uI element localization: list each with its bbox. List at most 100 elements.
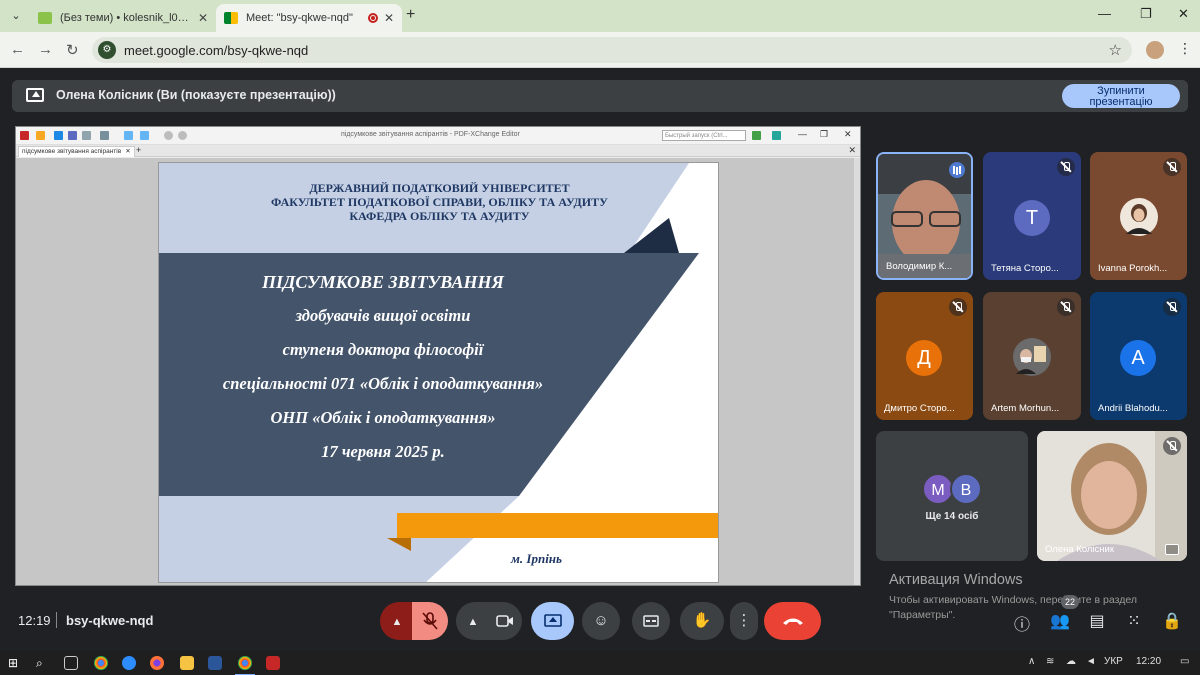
url-text[interactable]: meet.google.com/bsy-qkwe-nqd	[124, 43, 308, 58]
email-icon[interactable]	[82, 131, 91, 140]
muted-mic-icon	[1163, 437, 1181, 455]
zoom-icon[interactable]	[122, 656, 136, 670]
layout-icon[interactable]	[772, 131, 781, 140]
omnibox[interactable]: ⚙ meet.google.com/bsy-qkwe-nqd ☆	[92, 37, 1132, 63]
open-folder-icon[interactable]	[36, 131, 45, 140]
firefox-icon[interactable]	[150, 656, 164, 670]
stop-presenting-button[interactable]: Зупинити презентацію	[1062, 84, 1180, 108]
presentation-slide: ДЕРЖАВНИЙ ПОДАТКОВИЙ УНІВЕРСИТЕТ ФАКУЛЬТ…	[158, 162, 719, 583]
undo-icon[interactable]	[124, 131, 133, 140]
nav-back-icon[interactable]	[164, 131, 173, 140]
present-screen-icon	[543, 614, 562, 627]
participant-tile[interactable]: A Andrii Blahodu...	[1090, 292, 1187, 420]
print-icon[interactable]	[68, 131, 77, 140]
slide-date: 17 червня 2025 р.	[321, 442, 445, 461]
tab-meet[interactable]: Meet: "bsy-qkwe-nqd" ✕	[216, 4, 402, 32]
captions-button[interactable]	[632, 602, 670, 640]
notifications-icon[interactable]: ▭	[1180, 656, 1189, 667]
raise-hand-button[interactable]: ✋	[680, 602, 724, 640]
mic-toggle-button[interactable]	[412, 602, 448, 640]
self-view-tile[interactable]: Олена Колісник	[1037, 431, 1187, 561]
self-name: Олена Колісник	[1045, 544, 1115, 555]
redo-icon[interactable]	[140, 131, 149, 140]
onedrive-icon[interactable]: ☁	[1066, 656, 1076, 667]
audio-options-button[interactable]: ▲	[380, 602, 414, 640]
task-view-icon[interactable]	[64, 656, 78, 670]
pdf-maximize-icon[interactable]: ❐	[820, 129, 828, 140]
taskbar-clock[interactable]: 12:20	[1136, 656, 1161, 667]
tab-mail[interactable]: (Без теми) • kolesnik_l09@ukr.n ✕	[30, 4, 216, 32]
meeting-info-icon[interactable]: ⓘ	[1011, 611, 1033, 635]
meet-favicon-icon	[224, 12, 238, 24]
search-icon[interactable]: ⌕	[36, 656, 50, 670]
participant-tile[interactable]: Ivanna Porokh...	[1090, 152, 1187, 280]
ribbon-icon[interactable]	[752, 131, 761, 140]
video-options-button[interactable]: ▲	[456, 602, 490, 640]
forward-arrow-icon[interactable]: →	[38, 41, 53, 58]
chat-icon[interactable]: ▤	[1086, 611, 1108, 631]
quick-launch-search[interactable]: Быстрый запуск (Ctrl...	[662, 130, 746, 141]
browser-menu-icon[interactable]: ⋮	[1178, 40, 1192, 57]
hang-up-icon	[782, 618, 803, 625]
keyboard-language[interactable]: УКР	[1104, 656, 1123, 667]
word-icon[interactable]	[208, 656, 222, 670]
pdf-close-icon[interactable]: ✕	[844, 129, 852, 140]
pdf-doc-tab[interactable]: підсумкове звітування аспірантів ✕	[18, 146, 135, 157]
close-tab-icon[interactable]: ✕	[384, 11, 394, 25]
camera-toggle-button[interactable]	[488, 602, 522, 640]
more-options-button[interactable]: ⋮	[730, 602, 758, 640]
reactions-button[interactable]: ☺	[582, 602, 620, 640]
slide-title-block: ПІДСУМКОВЕ ЗВІТУВАННЯ здобувачів вищої о…	[159, 265, 607, 469]
shared-screen: підсумкове звітування аспірантів - PDF-X…	[15, 126, 861, 586]
reload-icon[interactable]: ↻	[66, 41, 79, 59]
participant-tile[interactable]: Artem Morhun...	[983, 292, 1081, 420]
present-now-button[interactable]	[531, 602, 574, 640]
participant-photo-avatar	[1120, 198, 1158, 236]
more-participants-count: Ще 14 осіб	[925, 511, 979, 522]
people-count-badge: 22	[1061, 595, 1079, 609]
host-controls-icon[interactable]: 🔒	[1161, 611, 1183, 631]
people-icon[interactable]: 👥	[1049, 611, 1071, 631]
profile-avatar[interactable]	[1146, 41, 1164, 59]
close-doc-tab-icon[interactable]: ✕	[125, 148, 130, 155]
close-tab-icon[interactable]: ✕	[198, 11, 208, 25]
back-arrow-icon[interactable]: ←	[10, 41, 25, 58]
chrome-icon[interactable]	[94, 656, 108, 670]
pdf-document-area[interactable]: ДЕРЖАВНИЙ ПОДАТКОВИЙ УНІВЕРСИТЕТ ФАКУЛЬТ…	[16, 158, 860, 585]
scan-icon[interactable]	[100, 131, 109, 140]
maximize-icon[interactable]: ❐	[1140, 6, 1152, 22]
pdf-xchange-icon[interactable]	[266, 656, 280, 670]
new-tab-plus-icon[interactable]: +	[406, 6, 415, 24]
volume-icon[interactable]: ◄	[1086, 656, 1096, 667]
windows-start-icon[interactable]: ⊞	[8, 656, 22, 670]
pip-icon[interactable]	[1165, 544, 1179, 555]
add-doc-tab-icon[interactable]: +	[136, 145, 141, 155]
close-all-docs-icon[interactable]: ✕	[848, 145, 856, 156]
network-icon[interactable]: ≋	[1046, 656, 1054, 667]
file-explorer-icon[interactable]	[180, 656, 194, 670]
camera-icon	[496, 615, 513, 627]
presenting-text: Олена Колісник (Ви (показуєте презентаці…	[56, 88, 336, 102]
muted-mic-icon	[1163, 158, 1181, 176]
participant-tile[interactable]: Д Дмитро Сторо...	[876, 292, 973, 420]
save-icon[interactable]	[54, 131, 63, 140]
nav-forward-icon[interactable]	[178, 131, 187, 140]
slide-university: ДЕРЖАВНИЙ ПОДАТКОВИЙ УНІВЕРСИТЕТ	[309, 181, 570, 195]
more-participants-tile[interactable]: M B Ще 14 осіб	[876, 431, 1028, 561]
tab-search-chevron-icon[interactable]: ⌄	[6, 6, 26, 26]
close-window-icon[interactable]: ✕	[1178, 6, 1189, 22]
leave-call-button[interactable]	[764, 602, 821, 640]
pdf-minimize-icon[interactable]: —	[798, 129, 807, 139]
minimize-icon[interactable]: —	[1098, 6, 1111, 21]
activities-icon[interactable]: ⁙	[1123, 611, 1145, 631]
participant-name: Володимир К...	[886, 261, 953, 272]
site-info-icon[interactable]: ⚙	[98, 41, 116, 59]
pdf-scrollbar[interactable]	[854, 158, 860, 585]
tab-meet-title: Meet: "bsy-qkwe-nqd"	[246, 12, 353, 24]
browser-tab-strip: ⌄ (Без теми) • kolesnik_l09@ukr.n ✕ Meet…	[0, 0, 1200, 32]
participant-tile[interactable]: Володимир К...	[876, 152, 973, 280]
participant-tile[interactable]: Т Тетяна Сторо...	[983, 152, 1081, 280]
chrome-active-icon[interactable]	[235, 656, 255, 675]
bookmark-star-icon[interactable]: ☆	[1109, 41, 1122, 59]
tray-chevron-icon[interactable]: ∧	[1028, 656, 1035, 667]
